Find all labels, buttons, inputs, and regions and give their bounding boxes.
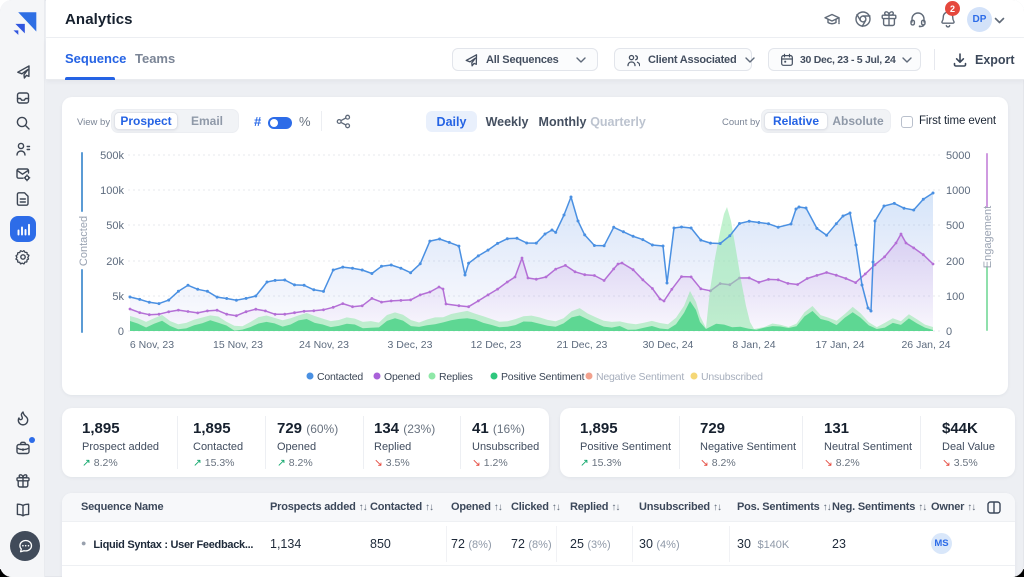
svg-text:100: 100 [946,291,964,303]
svg-text:500k: 500k [100,150,124,162]
svg-text:200: 200 [946,256,964,268]
svg-text:20k: 20k [106,256,124,268]
svg-text:1000: 1000 [946,185,970,197]
svg-text:50k: 50k [106,220,124,232]
svg-text:Negative Sentiment: Negative Sentiment [596,371,684,383]
svg-text:17 Jan, 24: 17 Jan, 24 [815,339,864,351]
svg-text:30 Dec, 24: 30 Dec, 24 [643,339,694,351]
svg-text:5000: 5000 [946,150,970,162]
svg-text:8 Jan, 24: 8 Jan, 24 [732,339,775,351]
svg-text:500: 500 [946,220,964,232]
svg-text:15 Nov, 23: 15 Nov, 23 [213,339,263,351]
svg-text:Opened: Opened [384,371,421,383]
svg-text:3 Dec, 23: 3 Dec, 23 [388,339,433,351]
svg-text:21 Dec, 23: 21 Dec, 23 [557,339,608,351]
svg-text:Contacted: Contacted [78,216,90,266]
svg-text:Unsubscribed: Unsubscribed [701,371,763,383]
svg-text:Engagement: Engagement [982,206,994,268]
svg-text:12 Dec, 23: 12 Dec, 23 [471,339,522,351]
svg-text:Replies: Replies [439,371,473,383]
svg-text:Contacted: Contacted [317,371,363,383]
svg-text:0: 0 [946,326,952,338]
svg-text:6 Nov, 23: 6 Nov, 23 [130,339,174,351]
svg-text:Positive Sentiment: Positive Sentiment [501,371,585,383]
svg-text:26 Jan, 24: 26 Jan, 24 [901,339,950,351]
svg-text:5k: 5k [112,291,124,303]
svg-text:100k: 100k [100,185,124,197]
svg-text:0: 0 [118,326,124,338]
svg-text:24 Nov, 23: 24 Nov, 23 [299,339,349,351]
